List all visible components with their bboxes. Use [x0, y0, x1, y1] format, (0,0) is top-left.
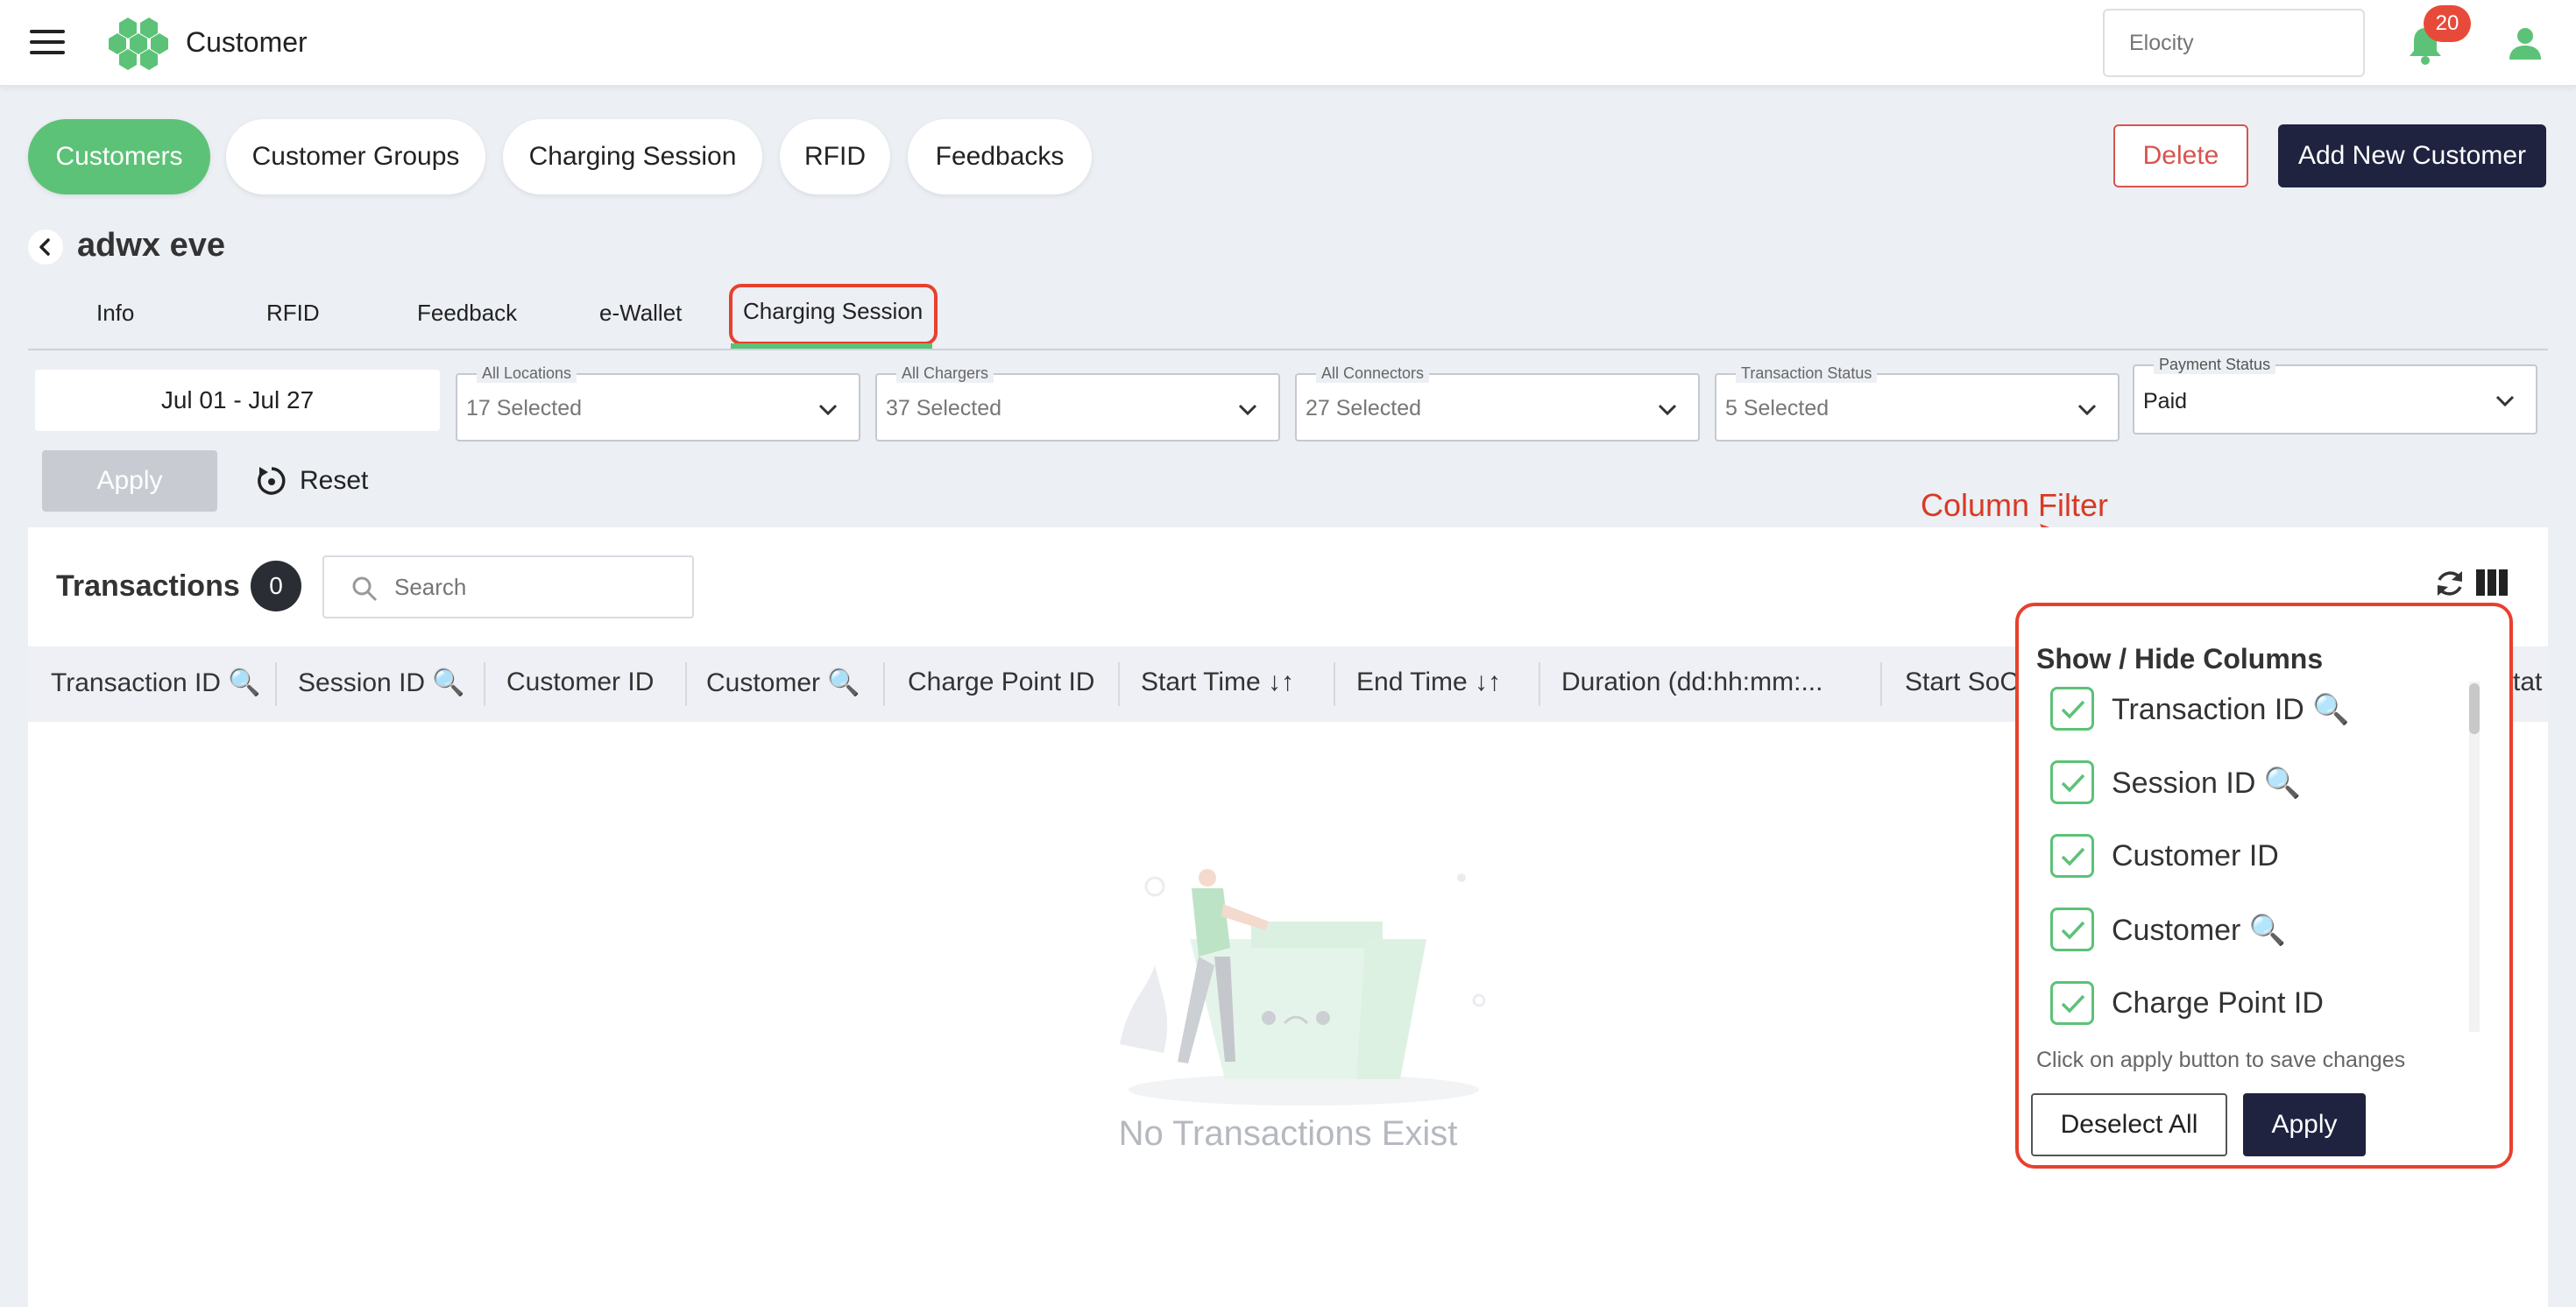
logo-icon	[109, 18, 168, 70]
column-option-label: Charge Point ID	[2112, 986, 2324, 1020]
column-visibility-popup: Show / Hide Columns Transaction ID 🔍 Ses…	[2015, 603, 2513, 1169]
chargers-label: All Chargers	[896, 364, 994, 383]
locations-value: 17 Selected	[466, 396, 583, 420]
payment-status-value: Paid	[2143, 389, 2188, 413]
column-customer-id[interactable]: Customer ID	[506, 668, 654, 697]
column-start-time[interactable]: Start Time ↓↑	[1141, 668, 1294, 697]
column-divider	[1118, 662, 1120, 706]
column-customer[interactable]: Customer 🔍	[706, 668, 860, 698]
column-list[interactable]: Transaction ID 🔍 Session ID 🔍 Customer I…	[2019, 682, 2492, 1032]
chevron-down-icon	[2077, 404, 2097, 416]
chevron-down-icon	[1658, 404, 1677, 416]
chargers-select[interactable]: All Chargers 37 Selected	[875, 364, 1280, 442]
menu-icon[interactable]	[30, 30, 65, 56]
transaction-status-value: 5 Selected	[1725, 396, 1829, 420]
column-divider	[883, 662, 885, 706]
column-session-id[interactable]: Session ID 🔍	[298, 668, 465, 698]
apply-columns-button[interactable]: Apply	[2243, 1093, 2366, 1156]
tab-rfid[interactable]: RFID	[780, 119, 890, 194]
tab-feedbacks[interactable]: Feedbacks	[908, 119, 1092, 194]
connectors-label: All Connectors	[1316, 364, 1430, 383]
customer-name: adwx eve	[77, 227, 225, 264]
connectors-value: 27 Selected	[1306, 396, 1422, 420]
column-divider	[275, 662, 277, 706]
popup-title: Show / Hide Columns	[2036, 643, 2324, 675]
checkbox-checked[interactable]	[2050, 981, 2094, 1025]
column-divider	[484, 662, 485, 706]
search-icon	[352, 576, 378, 602]
refresh-icon[interactable]	[2432, 566, 2467, 601]
top-bar: Customer 20	[0, 0, 2576, 87]
add-new-customer-button[interactable]: Add New Customer	[2278, 124, 2546, 187]
payment-status-label: Payment Status	[2154, 356, 2276, 374]
transactions-search[interactable]	[322, 555, 694, 618]
payment-status-select[interactable]: Payment Status Paid	[2133, 356, 2537, 434]
customer-subtabs: Info RFID Feedback e-Wallet Charging Ses…	[28, 280, 2548, 350]
chevron-left-icon	[39, 238, 50, 256]
view-columns-icon[interactable]	[2476, 569, 2508, 596]
subtab-highlight-annotation	[729, 284, 938, 345]
scrollbar-thumb[interactable]	[2469, 683, 2480, 734]
checkbox-checked[interactable]	[2050, 760, 2094, 804]
column-option-label: Customer ID	[2112, 839, 2279, 873]
check-icon	[2061, 774, 2085, 793]
subtab-e-wallet[interactable]: e-Wallet	[599, 300, 682, 327]
column-charge-point-id[interactable]: Charge Point ID	[908, 668, 1094, 697]
apply-filters-button[interactable]: Apply	[42, 450, 217, 512]
back-button[interactable]	[28, 230, 63, 265]
tab-charging-session[interactable]: Charging Session	[503, 119, 762, 194]
search-input[interactable]	[394, 568, 675, 606]
reset-label: Reset	[300, 466, 369, 495]
column-filter-annotation: Column Filter	[1921, 487, 2109, 523]
column-start-soc[interactable]: Start SoC	[1905, 668, 2019, 697]
deselect-all-button[interactable]: Deselect All	[2031, 1093, 2227, 1156]
transactions-title: Transactions	[56, 569, 240, 603]
user-icon[interactable]	[2508, 26, 2543, 61]
column-divider	[1880, 662, 1882, 706]
check-icon	[2061, 994, 2085, 1014]
empty-state-illustration	[1120, 869, 1486, 1106]
check-icon	[2061, 847, 2085, 866]
subtab-info[interactable]: Info	[96, 300, 134, 327]
scrollbar-track[interactable]	[2469, 682, 2480, 1032]
check-icon	[2061, 700, 2085, 719]
chevron-down-icon	[2495, 395, 2515, 407]
column-option-label: Session ID 🔍	[2112, 767, 2302, 800]
column-duration[interactable]: Duration (dd:hh:mm:...	[1561, 668, 1822, 697]
tab-customers[interactable]: Customers	[28, 119, 210, 194]
transactions-count-badge: 0	[251, 561, 301, 611]
check-icon	[2061, 921, 2085, 940]
tab-customer-groups[interactable]: Customer Groups	[226, 119, 485, 194]
notification-badge: 20	[2424, 5, 2471, 42]
column-end-time[interactable]: End Time ↓↑	[1356, 668, 1501, 697]
chargers-value: 37 Selected	[886, 396, 1002, 420]
app-title: Customer	[186, 26, 308, 58]
column-divider	[685, 662, 687, 706]
column-divider	[1334, 662, 1335, 706]
organization-input[interactable]	[2103, 9, 2365, 77]
subtab-feedback[interactable]: Feedback	[417, 300, 517, 327]
connectors-select[interactable]: All Connectors 27 Selected	[1295, 364, 1700, 442]
column-option-label: Customer 🔍	[2112, 914, 2287, 947]
subtab-rfid[interactable]: RFID	[266, 300, 320, 327]
subtab-active-indicator	[731, 343, 932, 349]
date-range-picker[interactable]: Jul 01 - Jul 27	[35, 370, 440, 431]
reset-icon	[258, 467, 286, 495]
column-option-label: Transaction ID 🔍	[2112, 693, 2350, 726]
locations-select[interactable]: All Locations 17 Selected	[456, 364, 860, 442]
checkbox-checked[interactable]	[2050, 687, 2094, 731]
locations-label: All Locations	[477, 364, 577, 383]
delete-button[interactable]: Delete	[2113, 124, 2248, 187]
transaction-status-select[interactable]: Transaction Status 5 Selected	[1715, 364, 2120, 442]
checkbox-checked[interactable]	[2050, 834, 2094, 878]
popup-hint: Click on apply button to save changes	[2036, 1048, 2406, 1072]
column-transaction-id[interactable]: Transaction ID 🔍	[51, 668, 261, 698]
column-divider	[1539, 662, 1540, 706]
chevron-down-icon	[818, 404, 838, 416]
checkbox-checked[interactable]	[2050, 908, 2094, 951]
transaction-status-label: Transaction Status	[1736, 364, 1878, 383]
chevron-down-icon	[1238, 404, 1257, 416]
